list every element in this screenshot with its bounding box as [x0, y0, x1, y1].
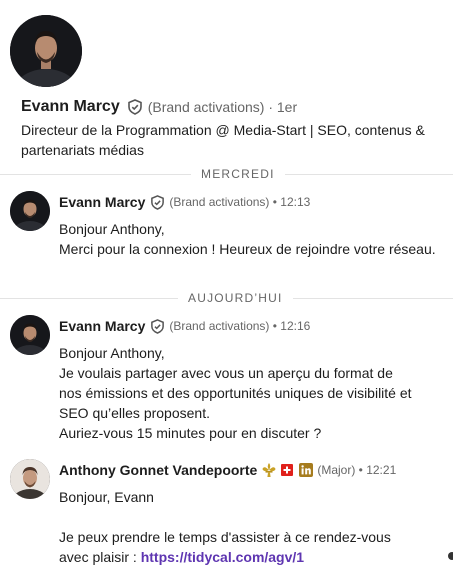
fleur-de-lis-icon: [261, 462, 277, 478]
message-line: Je voulais partager avec vous un aperçu …: [59, 365, 412, 421]
message-line: Auriez-vous 15 minutes pour en discuter …: [59, 425, 322, 441]
linkedin-icon: [299, 463, 314, 477]
date-divider: MERCREDI: [0, 167, 453, 181]
profile-meta: (Brand activations) · 1er: [147, 99, 298, 115]
message-link[interactable]: https://tidycal.com/agv/1: [141, 549, 304, 565]
message-header: Evann Marcy (Brand activations) • 12:13: [59, 193, 310, 211]
shield-check-icon: [150, 318, 165, 334]
status-dot-icon: [448, 552, 453, 560]
message-meta: (Major) • 12:21: [317, 463, 397, 477]
message-meta: (Brand activations) • 12:16: [169, 319, 311, 333]
profile-name[interactable]: Evann Marcy: [21, 98, 120, 116]
profile-name-row: Evann Marcy (Brand activations) · 1er: [21, 98, 297, 116]
message-line: Bonjour Anthony,: [59, 221, 165, 237]
sender-avatar[interactable]: [10, 315, 50, 355]
message-line: Bonjour, Evann: [59, 489, 154, 505]
sender-name[interactable]: Anthony Gonnet Vandepoorte: [59, 462, 257, 478]
message-body: Bonjour Anthony, Je voulais partager ave…: [59, 343, 419, 443]
profile-avatar[interactable]: [10, 15, 82, 87]
sender-name[interactable]: Evann Marcy: [59, 194, 145, 210]
sender-avatar[interactable]: [10, 191, 50, 231]
message-line: Je peux prendre le temps d'assister à ce…: [59, 529, 391, 565]
message-body: Bonjour Anthony, Merci pour la connexion…: [59, 219, 439, 259]
profile-header: Evann Marcy (Brand activations) · 1er Di…: [0, 0, 453, 168]
message-meta: (Brand activations) • 12:13: [169, 195, 311, 209]
message-body: Bonjour, Evann Je peux prendre le temps …: [59, 487, 419, 567]
shield-check-icon: [127, 99, 143, 115]
message-header: Anthony Gonnet Vandepoorte (Major) • 12:…: [59, 461, 396, 479]
shield-check-icon: [150, 194, 165, 210]
date-divider: AUJOURD’HUI: [0, 291, 453, 305]
profile-headline: Directeur de la Programmation @ Media-St…: [21, 122, 425, 158]
message-line: Bonjour Anthony,: [59, 345, 165, 361]
swiss-flag-icon: [281, 464, 294, 476]
message-header: Evann Marcy (Brand activations) • 12:16: [59, 317, 310, 335]
date-divider-label: MERCREDI: [191, 167, 285, 181]
sender-name[interactable]: Evann Marcy: [59, 318, 145, 334]
sender-avatar[interactable]: [10, 459, 50, 499]
date-divider-label: AUJOURD’HUI: [178, 291, 293, 305]
message-line: Merci pour la connexion ! Heureux de rej…: [59, 241, 436, 257]
